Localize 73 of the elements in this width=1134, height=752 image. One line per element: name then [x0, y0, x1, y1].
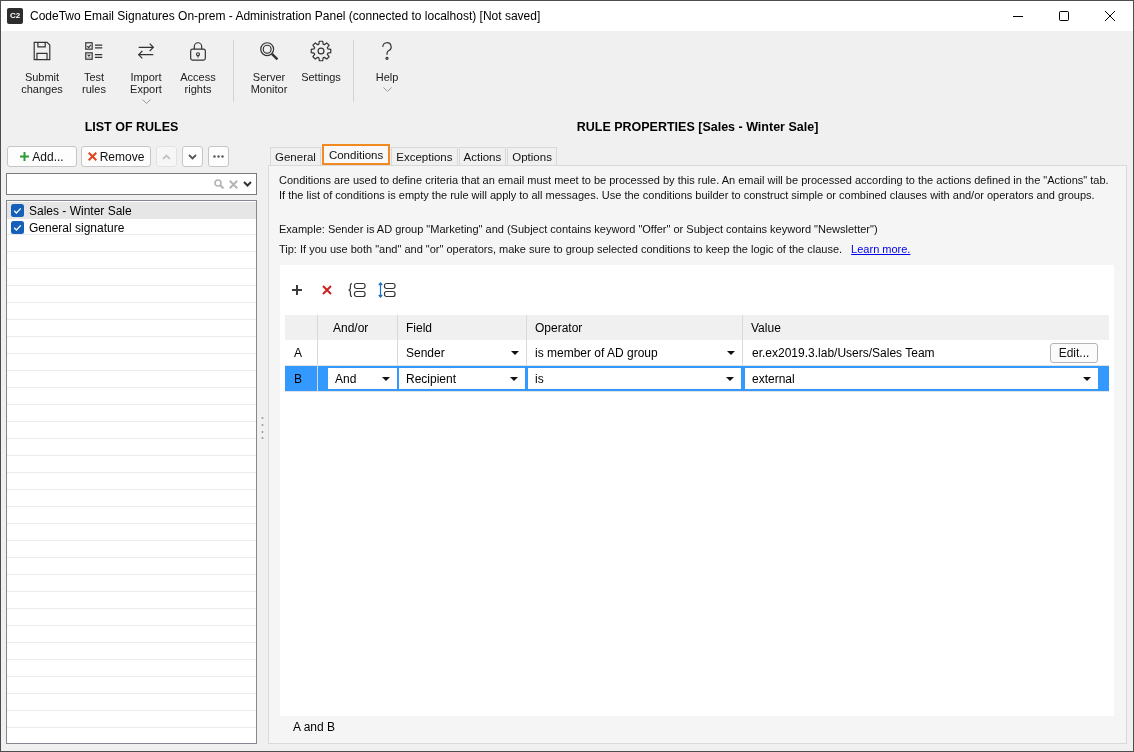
- app-logo: C2: [7, 8, 23, 24]
- chevron-down-icon: [188, 153, 197, 160]
- column-header: Value: [751, 320, 781, 335]
- row-label: B: [294, 371, 302, 386]
- dropdown-arrow-icon: [726, 376, 734, 381]
- tab[interactable]: Options: [507, 147, 557, 165]
- expression-text: A and B: [293, 720, 336, 734]
- ungroup-conditions-button[interactable]: [375, 282, 399, 298]
- search-icon: [214, 179, 224, 189]
- example-text: Example: Sender is AD group "Marketing" and (Subject contains keyword "Offer" or Subject contains keyword "Newsletter"): [279, 222, 879, 237]
- tab[interactable]: General: [270, 147, 321, 165]
- value-text: er.ex2019.3.lab/Users/Sales Team: [752, 345, 935, 360]
- arrows-boxes-icon: [378, 282, 396, 298]
- dropdown-arrow-icon: [510, 376, 518, 381]
- rule-item[interactable]: Sales - Winter Sale: [7, 202, 256, 219]
- gear-icon: [310, 40, 332, 62]
- plus-icon: [20, 152, 30, 161]
- toolbar-button[interactable]: Settings: [295, 31, 347, 83]
- toolbar-button[interactable]: Help: [361, 31, 413, 92]
- padlock-icon: [187, 40, 209, 62]
- edit-button[interactable]: Edit...: [1050, 342, 1098, 363]
- cross-icon: [87, 152, 97, 161]
- toolbar-button[interactable]: Server Monitor: [243, 31, 295, 95]
- section-title: RULE PROPERTIES [Sales - Winter Sale]: [576, 120, 819, 134]
- more-button[interactable]: [208, 146, 229, 167]
- chevron-down-icon: [141, 99, 151, 104]
- dropdown-arrow-icon: [1083, 376, 1091, 381]
- dropdown-field[interactable]: is: [528, 368, 741, 389]
- cross-icon: [322, 285, 332, 295]
- toolbar-button[interactable]: Test rules: [68, 31, 120, 95]
- dropdown[interactable]: Sender: [398, 340, 526, 365]
- section-title: LIST OF RULES: [84, 120, 179, 134]
- description-text: Conditions are used to define criteria that an email must meet to be processed by this rule. An email will be processed according to the actions defined in the "Actions" tab. If the list of conditions is empty the rule will apply to all messages. Use the conditions builder to construct simple or combined clauses with and/or operators and groups.: [279, 173, 1110, 203]
- column-header: Operator: [535, 320, 583, 335]
- dropdown-field[interactable]: Recipient: [399, 368, 525, 389]
- chevron-down-icon[interactable]: [243, 181, 252, 187]
- column-header: Field: [406, 320, 432, 335]
- table-row[interactable]: B And Recipient is external: [285, 366, 1109, 392]
- checkbox[interactable]: [11, 204, 24, 217]
- chevron-up-icon: [162, 153, 171, 160]
- dropdown-field[interactable]: And: [328, 368, 397, 389]
- tab[interactable]: Exceptions: [391, 147, 458, 165]
- column-header: And/or: [333, 320, 369, 335]
- magnifier-icon: [258, 40, 280, 62]
- dropdown-field[interactable]: external: [745, 368, 1098, 389]
- plus-icon: [292, 285, 302, 295]
- dropdown-arrow-icon: [511, 350, 519, 355]
- window-title: CodeTwo Email Signatures On-prem - Administration Panel (connected to localhost) [Not saved]: [30, 9, 541, 23]
- remove-button[interactable]: Remove: [81, 146, 151, 167]
- tip-text: Tip: If you use both "and" and "or" operators, make sure to group selected conditions to keep the logic of the clause. Learn more.: [279, 242, 912, 257]
- tab[interactable]: Actions: [458, 147, 507, 165]
- grip-dots-icon[interactable]: [261, 416, 264, 440]
- close-icon: [1105, 11, 1115, 21]
- row-label: A: [294, 345, 302, 360]
- rule-item[interactable]: General signature: [7, 219, 256, 236]
- dropdown-arrow-icon: [382, 376, 390, 381]
- chevron-down-icon: [382, 87, 392, 92]
- dots-icon: [213, 155, 224, 158]
- learn-more-link[interactable]: Learn more.: [851, 243, 911, 255]
- bracket-boxes-icon: [348, 282, 366, 298]
- checklist-icon: [83, 40, 105, 62]
- toolbar-button[interactable]: Access rights: [172, 31, 224, 95]
- toolbar-button[interactable]: Submit changes: [16, 31, 68, 95]
- maximize-icon: [1059, 11, 1069, 21]
- search-field[interactable]: [6, 173, 257, 195]
- dropdown[interactable]: is member of AD group: [527, 340, 742, 365]
- tab[interactable]: Conditions: [321, 144, 391, 165]
- move-down-button[interactable]: [182, 146, 203, 167]
- minimize-icon: [1013, 15, 1023, 17]
- dropdown-arrow-icon: [727, 350, 735, 355]
- add-button[interactable]: Add...: [7, 146, 77, 167]
- checkbox[interactable]: [11, 221, 24, 234]
- toolbar-button[interactable]: Import Export: [120, 31, 172, 104]
